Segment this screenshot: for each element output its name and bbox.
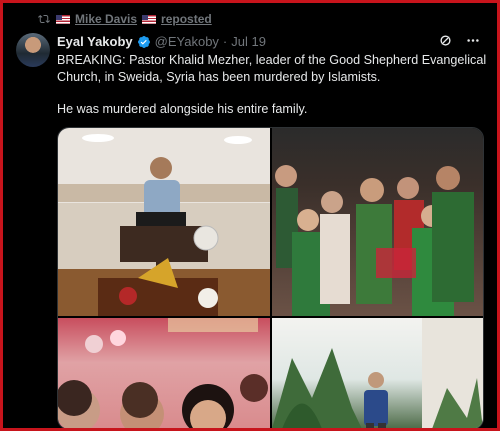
post-paragraph: BREAKING: Pastor Khalid Mezher, leader o…: [57, 53, 487, 84]
reposter-name[interactable]: Mike Davis: [75, 12, 137, 26]
separator-dot: ·: [222, 34, 228, 49]
tweet-frame: Mike Davis reposted Eyal Yakoby @EYakoby…: [3, 3, 497, 428]
photo-man-outdoors[interactable]: [272, 318, 483, 428]
tweet-header: Eyal Yakoby @EYakoby · Jul 19: [57, 34, 266, 49]
post-text: BREAKING: Pastor Khalid Mezher, leader o…: [57, 52, 487, 118]
tweet-actions: [438, 33, 481, 48]
verified-badge-icon: [137, 35, 150, 48]
photo-selfie[interactable]: [58, 318, 270, 428]
repost-header: Mike Davis reposted: [37, 11, 212, 27]
repost-suffix: reposted: [161, 12, 212, 26]
photo-pastor-pulpit[interactable]: [58, 128, 270, 316]
us-flag-icon: [56, 14, 70, 24]
photo-family-group[interactable]: [272, 128, 483, 316]
media-grid: [57, 127, 484, 428]
avatar[interactable]: [16, 33, 50, 67]
author-name[interactable]: Eyal Yakoby: [57, 34, 133, 49]
photo-pastor-pulpit-art: [58, 134, 270, 316]
photo-selfie-art: [58, 318, 268, 428]
photo-family-group-art: [275, 165, 474, 316]
more-options-icon[interactable]: [465, 33, 481, 48]
post-paragraph: He was murdered alongside his entire fam…: [57, 102, 308, 116]
us-flag-icon: [142, 14, 157, 24]
repost-icon: [38, 14, 50, 24]
post-date[interactable]: Jul 19: [231, 34, 266, 49]
photo-man-outdoors-art: [272, 318, 483, 428]
grok-icon[interactable]: [438, 33, 453, 48]
author-handle[interactable]: @EYakoby: [155, 34, 219, 49]
